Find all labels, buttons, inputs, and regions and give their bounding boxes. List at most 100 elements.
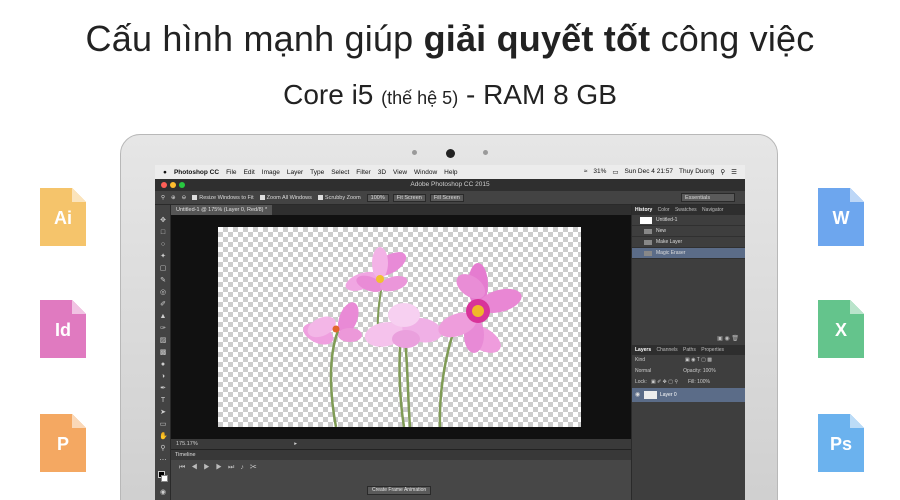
quick-mask-icon[interactable]: ◉ [159, 489, 167, 496]
more-tools-icon[interactable]: ⋯ [159, 457, 167, 464]
menu-type[interactable]: Type [310, 169, 324, 176]
zoom-window-icon[interactable] [179, 182, 185, 188]
pen-tool-icon[interactable]: ✒ [159, 385, 167, 392]
playback-controls-icon[interactable]: ⏮◀▶▶⏭♪✂ [179, 464, 263, 472]
path-select-tool-icon[interactable]: ➤ [159, 409, 167, 416]
powerpoint-file-icon: P [40, 414, 86, 472]
document-tab[interactable]: Untitled-1 @ 175% (Layer 0, Red/8) * [171, 205, 273, 215]
stamp-tool-icon[interactable]: ▲ [159, 313, 167, 320]
zoom-in-icon[interactable]: ⊕ [171, 195, 176, 201]
cpu-generation-text: (thế hệ 5) [381, 88, 459, 108]
quick-select-tool-icon[interactable]: ✦ [159, 253, 167, 260]
menu-edit[interactable]: Edit [244, 169, 255, 176]
right-panels: History Color Swatches Navigator Untitle… [631, 205, 745, 500]
menu-view[interactable]: View [393, 169, 407, 176]
spec-line: Core i5 (thế hệ 5) - RAM 8 GB [0, 79, 900, 111]
fit-screen-button[interactable]: Fit Screen [392, 193, 426, 202]
status-arrow-icon[interactable]: ▸ [294, 441, 297, 447]
move-tool-icon[interactable]: ✥ [159, 217, 167, 224]
scrubby-zoom-checkbox[interactable]: Scrubby Zoom [317, 195, 361, 201]
clock[interactable]: Sun Dec 4 21:57 [625, 168, 673, 176]
menu-app[interactable]: Photoshop CC [174, 169, 219, 176]
menu-image[interactable]: Image [262, 169, 280, 176]
workspace-select[interactable]: Essentials [681, 193, 735, 202]
resize-windows-checkbox[interactable]: Resize Windows to Fit [192, 195, 254, 201]
crop-tool-icon[interactable]: ▢ [159, 265, 167, 272]
snapshot-icon [640, 217, 652, 224]
menu-select[interactable]: Select [331, 169, 349, 176]
search-icon[interactable]: ⚲ [720, 168, 725, 176]
history-item-label: Make Layer [656, 239, 683, 245]
create-frame-animation-button[interactable]: Create Frame Animation [367, 486, 432, 495]
cpu-text: Core i5 [283, 79, 382, 110]
gradient-tool-icon[interactable]: ▩ [159, 349, 167, 356]
zoom-all-checkbox[interactable]: Zoom All Windows [259, 195, 312, 201]
close-window-icon[interactable] [161, 182, 167, 188]
layer-name: Layer 0 [660, 392, 677, 398]
eye-icon[interactable]: ◉ [635, 388, 640, 402]
lock-row: Lock: ▣ ✐ ✥ ▢ ⚲ Fill: 100% [632, 377, 745, 388]
eyedropper-tool-icon[interactable]: ✎ [159, 277, 167, 284]
zoom-out-icon[interactable]: ⊖ [182, 195, 187, 201]
type-tool-icon[interactable]: T [159, 397, 167, 404]
history-brush-tool-icon[interactable]: ✑ [159, 325, 167, 332]
menu-help[interactable]: Help [444, 169, 457, 176]
history-step-icon [644, 229, 652, 234]
shape-tool-icon[interactable]: ▭ [159, 421, 167, 428]
tab-history[interactable]: History [635, 207, 652, 213]
laptop: ● Photoshop CC File Edit Image Layer Typ… [120, 134, 778, 500]
zoom-tool-icon[interactable]: ⚲ [161, 195, 165, 201]
word-file-icon: W [818, 188, 864, 246]
background-color-swatch[interactable] [161, 475, 168, 482]
history-item-label: Magic Eraser [656, 250, 686, 256]
fill-screen-button[interactable]: Fill Screen [429, 193, 464, 202]
hand-tool-icon[interactable]: ✋ [159, 433, 168, 440]
wifi-icon[interactable]: ≈ [584, 168, 588, 176]
tab-color[interactable]: Color [658, 207, 670, 213]
minimize-window-icon[interactable] [170, 182, 176, 188]
opacity-value[interactable]: 100% [703, 368, 716, 374]
lock-icons[interactable]: ▣ ✐ ✥ ▢ ⚲ [651, 379, 678, 385]
history-item[interactable]: New [632, 226, 745, 237]
layer-row[interactable]: ◉ Layer 0 [632, 388, 745, 402]
ps-window-title: Adobe Photoshop CC 2015 [155, 179, 745, 191]
kind-filter-select[interactable]: Kind [635, 357, 645, 363]
tab-navigator[interactable]: Navigator [702, 207, 723, 213]
history-item[interactable]: Make Layer [632, 237, 745, 248]
zoom-100-button[interactable]: 100% [366, 193, 389, 202]
list-icon[interactable]: ☰ [731, 168, 737, 176]
history-item-label: Untitled-1 [656, 217, 678, 223]
menu-3d[interactable]: 3D [378, 169, 386, 176]
history-item-selected[interactable]: Magic Eraser [632, 248, 745, 259]
blur-tool-icon[interactable]: ● [159, 361, 167, 368]
zoom-status[interactable]: 175.17% [176, 441, 198, 447]
canvas-area[interactable] [171, 215, 631, 439]
tab-channels[interactable]: Channels [657, 347, 678, 353]
history-item[interactable]: Untitled-1 [632, 215, 745, 226]
eraser-tool-icon[interactable]: ▨ [159, 337, 167, 344]
apple-icon[interactable]: ● [163, 169, 167, 176]
marquee-tool-icon[interactable]: □ [159, 229, 167, 236]
battery-percent[interactable]: 31% [593, 168, 606, 176]
tab-layers[interactable]: Layers [635, 347, 651, 353]
menu-layer[interactable]: Layer [287, 169, 303, 176]
zoom-tool-icon[interactable]: ⚲ [159, 445, 167, 452]
battery-icon[interactable]: ▭ [612, 168, 618, 176]
history-actions-icon[interactable]: ▣ ◉ 🗑 [632, 335, 745, 345]
filter-icons[interactable]: ▣ ◉ T ▢ ▩ [685, 357, 712, 363]
menu-filter[interactable]: Filter [356, 169, 370, 176]
fill-value[interactable]: 100% [697, 379, 710, 385]
status-bar: 175.17% ▸ [171, 439, 631, 449]
brush-tool-icon[interactable]: ✐ [159, 301, 167, 308]
healing-tool-icon[interactable]: ◎ [159, 289, 167, 296]
blend-mode-select[interactable]: Normal [635, 368, 651, 374]
tab-paths[interactable]: Paths [683, 347, 696, 353]
transparent-canvas[interactable] [218, 227, 581, 428]
dodge-tool-icon[interactable]: ◑ [159, 373, 167, 380]
lasso-tool-icon[interactable]: ○ [159, 241, 167, 248]
menu-window[interactable]: Window [414, 169, 437, 176]
menu-file[interactable]: File [226, 169, 236, 176]
user-name[interactable]: Thuy Duong [679, 168, 714, 176]
tab-swatches[interactable]: Swatches [675, 207, 697, 213]
tab-properties[interactable]: Properties [701, 347, 724, 353]
